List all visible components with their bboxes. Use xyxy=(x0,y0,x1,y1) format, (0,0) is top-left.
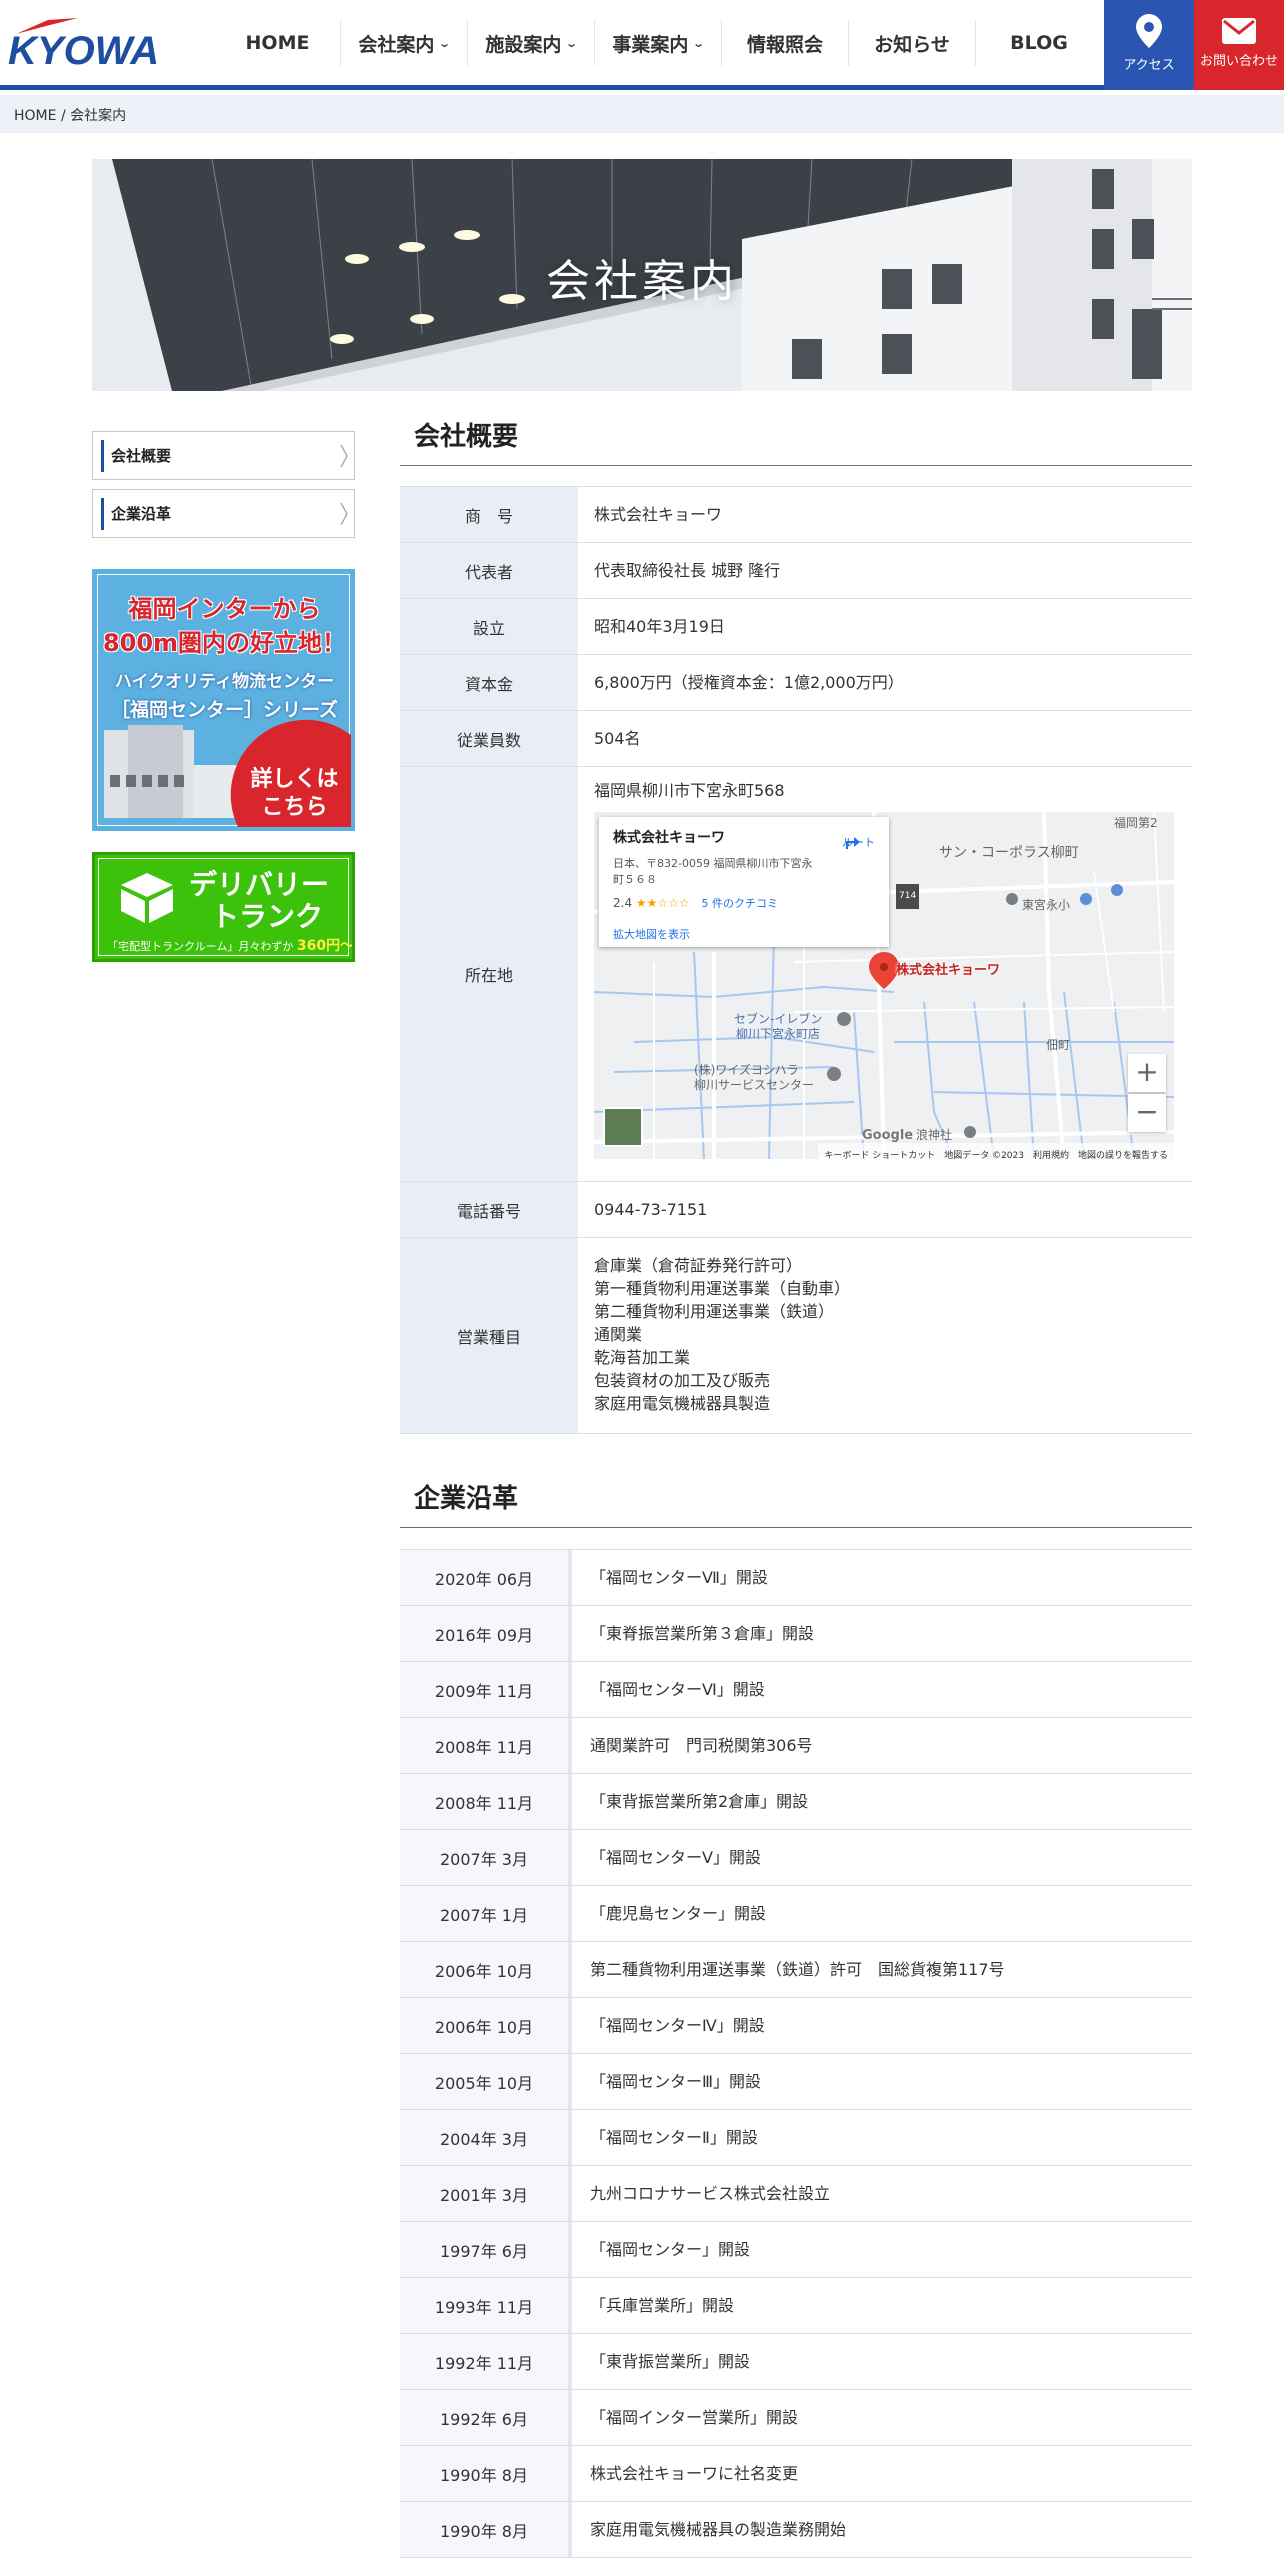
table-row: 商 号 株式会社キョーワ xyxy=(400,487,1192,543)
main-nav: HOME 会社案内 ⌄ 施設案内 ⌄ 事業案内 ⌄ 情報照会 お知らせ BLOG xyxy=(215,20,1102,66)
list-item: 乾海苔加工業 xyxy=(594,1348,691,1367)
chevron-down-icon: ⌄ xyxy=(438,36,452,50)
contact-button[interactable]: お問い合わせ xyxy=(1194,0,1284,90)
table-row: 2009年 11月 「福岡センターⅥ」開設 xyxy=(400,1662,1192,1718)
delivery-trunk-banner[interactable]: デリバリー トランク 「宅配型トランクルーム」月々わずか 360円〜！ xyxy=(92,852,355,962)
access-button[interactable]: アクセス xyxy=(1104,0,1194,90)
table-row: 2006年 10月 第二種貨物利用運送事業（鉄道）許可 国総貨複第117号 xyxy=(400,1942,1192,1998)
chevron-right-icon xyxy=(340,444,348,468)
list-item: 通関業 xyxy=(594,1325,643,1344)
larger-map-link[interactable]: 拡大地図を表示 xyxy=(613,923,875,946)
nav-facilities[interactable]: 施設案内 ⌄ xyxy=(467,20,594,66)
chevron-right-icon xyxy=(340,502,348,526)
list-item: 家庭用電気機械器具製造 xyxy=(594,1394,771,1413)
list-item: 第二種貨物利用運送事業（鉄道） xyxy=(594,1302,835,1321)
map-info-card: 株式会社キョーワ 日本、〒832-0059 福岡県柳川市下宮永町５６８ 2.4 … xyxy=(599,817,889,947)
list-item: 包装資材の加工及び販売 xyxy=(594,1371,771,1390)
breadcrumb-separator: / xyxy=(60,108,66,124)
table-row: 1990年 8月 株式会社キョーワに社名変更 xyxy=(400,2446,1192,2502)
nav-company[interactable]: 会社案内 ⌄ xyxy=(340,20,467,66)
breadcrumb: HOME / 会社案内 xyxy=(0,95,1284,133)
google-map[interactable]: 714 サン・コーポラス柳町 東宮永小 福岡第2 セブン-イレブン 柳川下宮永町… xyxy=(594,812,1174,1159)
breadcrumb-current: 会社案内 xyxy=(70,108,127,124)
kyowa-logo[interactable]: KYOWA xyxy=(8,12,193,73)
map-pin-label[interactable]: 株式会社キョーワ xyxy=(896,959,1000,982)
table-row: 1992年 6月 「福岡インター営業所」開設 xyxy=(400,2390,1192,2446)
table-row-phone: 電話番号 0944-73-7151 xyxy=(400,1182,1192,1238)
list-item: 第一種貨物利用運送事業（自動車） xyxy=(594,1279,851,1298)
breadcrumb-home[interactable]: HOME xyxy=(14,108,56,124)
route-button[interactable]: ルート xyxy=(842,831,875,854)
nav-blog[interactable]: BLOG xyxy=(975,20,1102,66)
fukuoka-center-banner[interactable]: 福岡インターから 800m圏内の好立地！ ハイクオリティ物流センター ［福岡セン… xyxy=(92,569,355,831)
list-item: 倉庫業（倉荷証券発行許可） xyxy=(594,1256,803,1275)
table-row: 1990年 8月 家庭用電気機械器具の製造業務開始 xyxy=(400,2502,1192,2558)
table-row: 2020年 06月 「福岡センターⅦ」開設 xyxy=(400,1550,1192,1606)
sidebar-link-history[interactable]: 企業沿革 xyxy=(92,489,355,538)
overview-heading: 会社概要 xyxy=(400,416,1192,466)
table-row: 代表者 代表取締役社長 城野 隆行 xyxy=(400,543,1192,599)
map-pin-icon xyxy=(1136,14,1162,48)
nav-business[interactable]: 事業案内 ⌄ xyxy=(594,20,721,66)
table-row: 2004年 3月 「福岡センターⅡ」開設 xyxy=(400,2110,1192,2166)
svg-text:KYOWA: KYOWA xyxy=(8,29,159,72)
address-text: 福岡県柳川市下宮永町568 xyxy=(594,781,785,800)
table-row: 1997年 6月 「福岡センター」開設 xyxy=(400,2222,1192,2278)
table-row: 2007年 3月 「福岡センターV」開設 xyxy=(400,1830,1192,1886)
directions-icon xyxy=(846,837,860,849)
nav-news[interactable]: お知らせ xyxy=(848,20,975,66)
hero-banner: 会社案内 xyxy=(92,159,1192,391)
table-row: 従業員数 504名 xyxy=(400,711,1192,767)
reviews-link[interactable]: 5 件のクチコミ xyxy=(702,897,779,910)
table-row: 1992年 11月 「東背振営業所」開設 xyxy=(400,2334,1192,2390)
table-row: 2001年 3月 九州コロナサービス株式会社設立 xyxy=(400,2166,1192,2222)
chevron-down-icon: ⌄ xyxy=(692,36,706,50)
history-table: 2020年 06月 「福岡センターⅦ」開設 2016年 09月 「東脊振営業所第３倉… xyxy=(400,1549,1192,2558)
overview-table: 商 号 株式会社キョーワ 代表者 代表取締役社長 城野 隆行 設立 昭和40年3… xyxy=(400,486,1192,1434)
chevron-down-icon: ⌄ xyxy=(565,36,579,50)
zoom-in-button[interactable]: + xyxy=(1128,1054,1166,1092)
table-row: 資本金 6,800万円（授権資本金：1億2,000万円） xyxy=(400,655,1192,711)
table-row: 設立 昭和40年3月19日 xyxy=(400,599,1192,655)
map-footer[interactable]: キーボード ショートカット 地図データ ©2023 利用規約 地図の誤りを報告す… xyxy=(818,1143,1174,1159)
table-row: 1993年 11月 「兵庫営業所」開設 xyxy=(400,2278,1192,2334)
mail-icon xyxy=(1222,18,1256,44)
rating-stars: ★★☆☆☆ xyxy=(635,896,690,910)
table-row: 2007年 1月 「鹿児島センター」開設 xyxy=(400,1886,1192,1942)
table-row-business: 営業種目 倉庫業（倉荷証券発行許可） 第一種貨物利用運送事業（自動車） 第二種貨… xyxy=(400,1238,1192,1434)
history-heading: 企業沿革 xyxy=(400,1478,1192,1528)
nav-home[interactable]: HOME xyxy=(215,20,340,66)
table-row: 2016年 09月 「東脊振営業所第３倉庫」開設 xyxy=(400,1606,1192,1662)
table-row-address: 所在地 福岡県柳川市下宮永町568 714 サン・コーポラス柳町 東宮永小 福岡… xyxy=(400,767,1192,1182)
hero-title: 会社案内 xyxy=(546,256,738,307)
nav-inquiry[interactable]: 情報照会 xyxy=(721,20,848,66)
table-row: 2008年 11月 「東背振営業所第2倉庫」開設 xyxy=(400,1774,1192,1830)
site-header: KYOWA HOME 会社案内 ⌄ 施設案内 ⌄ 事業案内 ⌄ 情報照会 お知らせ B… xyxy=(0,0,1284,90)
table-row: 2006年 10月 「福岡センターⅣ」開設 xyxy=(400,1998,1192,2054)
sidebar-link-overview[interactable]: 会社概要 xyxy=(92,431,355,480)
zoom-out-button[interactable]: − xyxy=(1128,1094,1166,1132)
box-icon xyxy=(121,873,173,923)
table-row: 2005年 10月 「福岡センターⅢ」開設 xyxy=(400,2054,1192,2110)
table-row: 2008年 11月 通関業許可 門司税関第306号 xyxy=(400,1718,1192,1774)
